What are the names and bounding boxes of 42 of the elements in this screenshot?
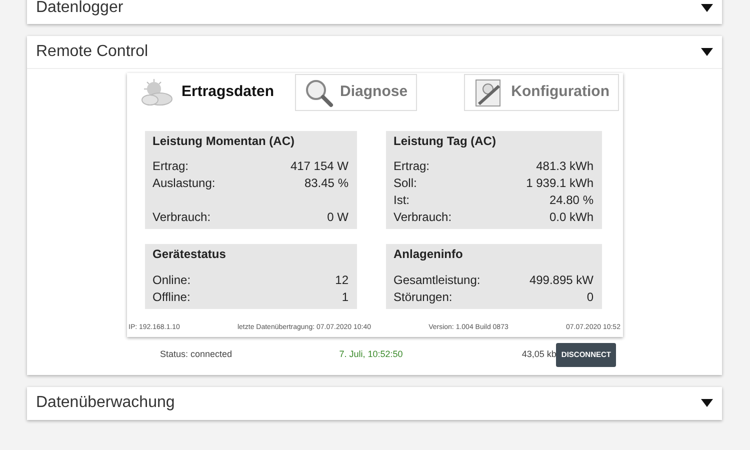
row-value: 24.80 % xyxy=(549,192,594,208)
row-value: 0 W xyxy=(327,209,348,226)
section-header[interactable]: Datenlogger xyxy=(27,0,722,24)
row-value: 83.45 % xyxy=(304,175,348,192)
row-label: Gesamtleistung: xyxy=(394,272,480,288)
row-label: Störungen: xyxy=(394,288,452,305)
row-value: 1 939.1 kWh xyxy=(526,175,594,192)
panel-title: Anlageninfo xyxy=(394,247,464,262)
row-value: 0.0 kWh xyxy=(549,209,594,226)
panel-title: Gerätestatus xyxy=(152,247,227,262)
expand-caret-icon[interactable] xyxy=(701,399,713,408)
status-text: Status: connected xyxy=(160,348,234,362)
section-header[interactable]: Remote Control xyxy=(27,36,722,69)
collapse-caret-icon[interactable] xyxy=(701,48,713,56)
row-value: 499.895 kW xyxy=(529,272,594,288)
data-size: 43,05 kb xyxy=(522,348,556,362)
panel-title: Leistung Momentan (AC) xyxy=(152,134,296,148)
row-label: Ist: xyxy=(394,192,410,208)
row-label: Soll: xyxy=(394,175,417,192)
tab[interactable]: Diagnose xyxy=(295,74,417,111)
row-value: 481.3 kWh xyxy=(536,158,594,174)
row-label: Ertrag: xyxy=(152,158,189,174)
sun-cloud-icon xyxy=(140,78,176,108)
row-value: 417 154 W xyxy=(290,158,348,174)
section-header[interactable]: Datenüberwachung xyxy=(27,386,722,420)
row-label: Offline: xyxy=(152,288,190,305)
expand-caret-icon[interactable] xyxy=(701,4,713,12)
timestamp: 7. Juli, 10:52:50 xyxy=(339,348,404,362)
row-label: Verbrauch: xyxy=(394,209,452,226)
section-title: Datenlogger xyxy=(36,0,124,18)
tab[interactable]: Konfiguration xyxy=(464,74,618,111)
row-value: 1 xyxy=(342,288,348,305)
row-label: Verbrauch: xyxy=(152,209,211,226)
row-label: Online: xyxy=(152,272,191,288)
row-label: Ertrag: xyxy=(394,158,430,174)
search-icon xyxy=(304,78,334,108)
row-label: Auslastung: xyxy=(152,175,216,192)
section-title: Datenüberwachung xyxy=(36,393,175,414)
panel-title: Leistung Tag (AC) xyxy=(394,134,497,148)
row-value: 0 xyxy=(586,288,594,305)
row-value: 12 xyxy=(335,272,348,288)
section-title: Remote Control xyxy=(36,42,148,62)
